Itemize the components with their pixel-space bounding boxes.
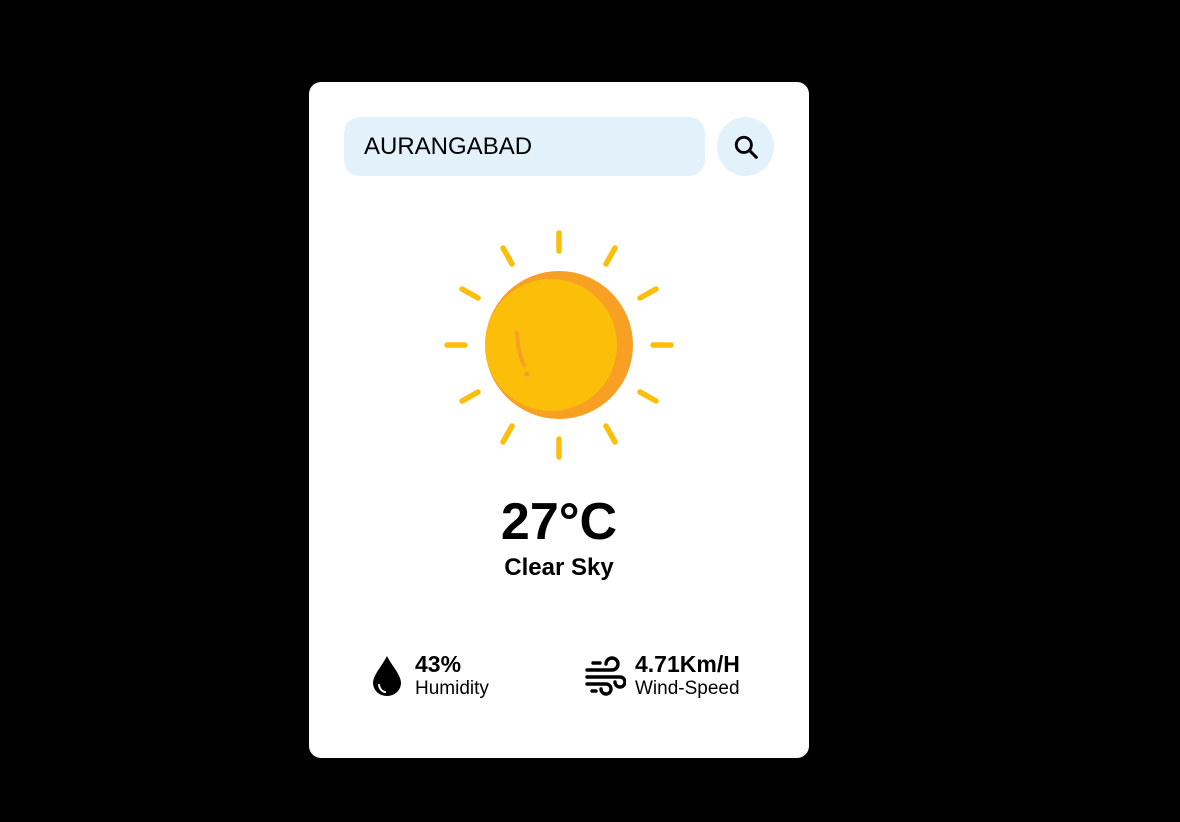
search-icon — [734, 135, 758, 159]
wind-speed-stat: 4.71Km/H Wind-Speed — [583, 648, 740, 704]
wind-speed-label: Wind-Speed — [635, 678, 740, 699]
humidity-label: Humidity — [415, 678, 489, 699]
wind-speed-value: 4.71Km/H — [635, 651, 740, 677]
weather-card: 27°C Clear Sky 43% Humidity — [309, 82, 809, 758]
city-search-input[interactable] — [344, 117, 705, 176]
wind-icon — [583, 654, 627, 698]
temperature-readout: 27°C — [500, 493, 618, 551]
humidity-value: 43% — [415, 651, 462, 677]
humidity-stat: 43% Humidity — [367, 648, 489, 704]
water-drop-icon — [367, 654, 407, 698]
search-bar — [344, 117, 774, 176]
weather-condition: Clear Sky — [504, 554, 614, 581]
clear-sky-sun-icon — [443, 229, 675, 461]
search-button[interactable] — [717, 117, 774, 176]
